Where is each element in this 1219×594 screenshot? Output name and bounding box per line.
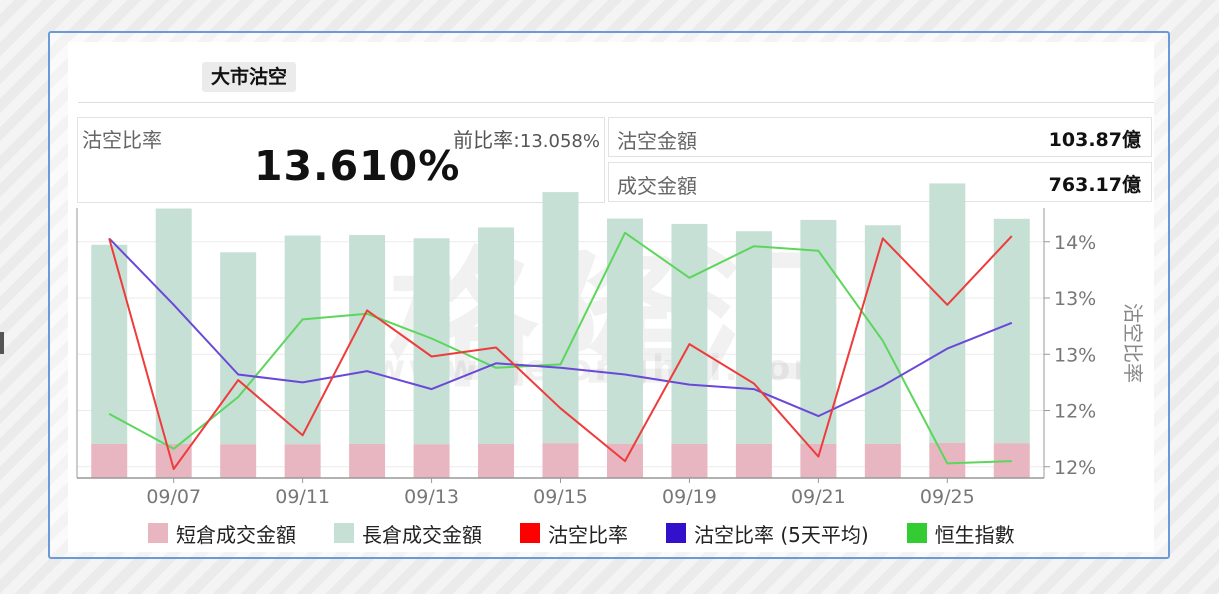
x-tick-label: 09/19 (662, 486, 717, 508)
legend-swatch (520, 523, 540, 543)
short-turnover-bar (542, 443, 579, 478)
x-tick-label: 09/13 (404, 486, 459, 508)
legend-item[interactable]: 沽空比率 (5天平均) (666, 519, 869, 548)
short-turnover-bar (929, 442, 966, 478)
long-turnover-bar (606, 218, 643, 444)
legend-swatch (666, 523, 686, 543)
long-turnover-bar (220, 252, 257, 445)
y-tick-label: 14% (1054, 232, 1096, 254)
x-tick-label: 09/07 (146, 486, 201, 508)
short-turnover-bar (91, 443, 128, 478)
short-turnover-bar (735, 443, 772, 478)
y-tick-label: 13% (1054, 344, 1096, 366)
legend-label: 沽空比率 (5天平均) (694, 522, 869, 547)
long-turnover-bar (349, 235, 386, 444)
legend-item[interactable]: 長倉成交金額 (334, 519, 482, 548)
y-axis-title: 沽空比率 (1121, 303, 1145, 383)
long-turnover-bar (671, 223, 708, 444)
right-axis-ticks: 14% 13% 13% 12% 12% (1044, 232, 1096, 479)
x-tick-label: 09/11 (275, 486, 330, 508)
short-turnover-bar (349, 443, 386, 478)
legend-item[interactable]: 沽空比率 (520, 519, 628, 548)
short-turnover-bar (671, 443, 708, 478)
long-turnover-bar (155, 208, 192, 444)
edge-marker (0, 332, 4, 354)
chart-legend: 短倉成交金額 長倉成交金額 沽空比率 沽空比率 (5天平均) 恒生指數 (148, 519, 1015, 547)
legend-item[interactable]: 短倉成交金額 (148, 519, 296, 548)
long-turnover-bar (413, 238, 450, 445)
y-tick-label: 12% (1054, 457, 1096, 479)
legend-item[interactable]: 恒生指數 (906, 519, 1015, 548)
legend-label: 沽空比率 (548, 522, 628, 547)
long-turnover-bar (864, 225, 901, 444)
market-short-panel: 大市沽空 沽空比率 前比率:13.058% 13.610% 沽空金額 103.8… (68, 42, 1154, 552)
short-turnover-bar (284, 444, 321, 478)
y-tick-label: 12% (1054, 401, 1096, 423)
legend-label: 恒生指數 (934, 522, 1015, 547)
short-turnover-bar (478, 443, 515, 478)
x-axis-ticks: 09/07 09/11 09/13 09/15 09/19 09/21 09/25 (146, 478, 975, 508)
legend-swatch (334, 523, 354, 543)
long-turnover-bar (478, 227, 515, 444)
x-tick-label: 09/25 (920, 486, 975, 508)
volume-bars (91, 183, 1030, 478)
x-tick-label: 09/15 (533, 486, 588, 508)
long-turnover-bar (542, 192, 579, 444)
y-tick-label: 13% (1054, 288, 1096, 310)
long-turnover-bar (735, 231, 772, 444)
legend-label: 長倉成交金額 (362, 522, 482, 547)
x-tick-label: 09/21 (791, 486, 846, 508)
short-turnover-bar (800, 443, 837, 478)
short-turnover-bar (220, 444, 257, 478)
short-turnover-bar (413, 444, 450, 478)
long-turnover-bar (929, 183, 966, 443)
chart-frame: 大市沽空 沽空比率 前比率:13.058% 13.610% 沽空金額 103.8… (48, 31, 1170, 559)
legend-label: 短倉成交金額 (176, 522, 296, 547)
legend-swatch (148, 523, 168, 543)
long-turnover-bar (993, 218, 1030, 444)
legend-swatch (906, 523, 927, 543)
short-selling-chart: 格隆汇 www.gelonghui.com 14%13%13%12%12% 09… (76, 183, 1145, 508)
short-turnover-bar (864, 443, 901, 478)
